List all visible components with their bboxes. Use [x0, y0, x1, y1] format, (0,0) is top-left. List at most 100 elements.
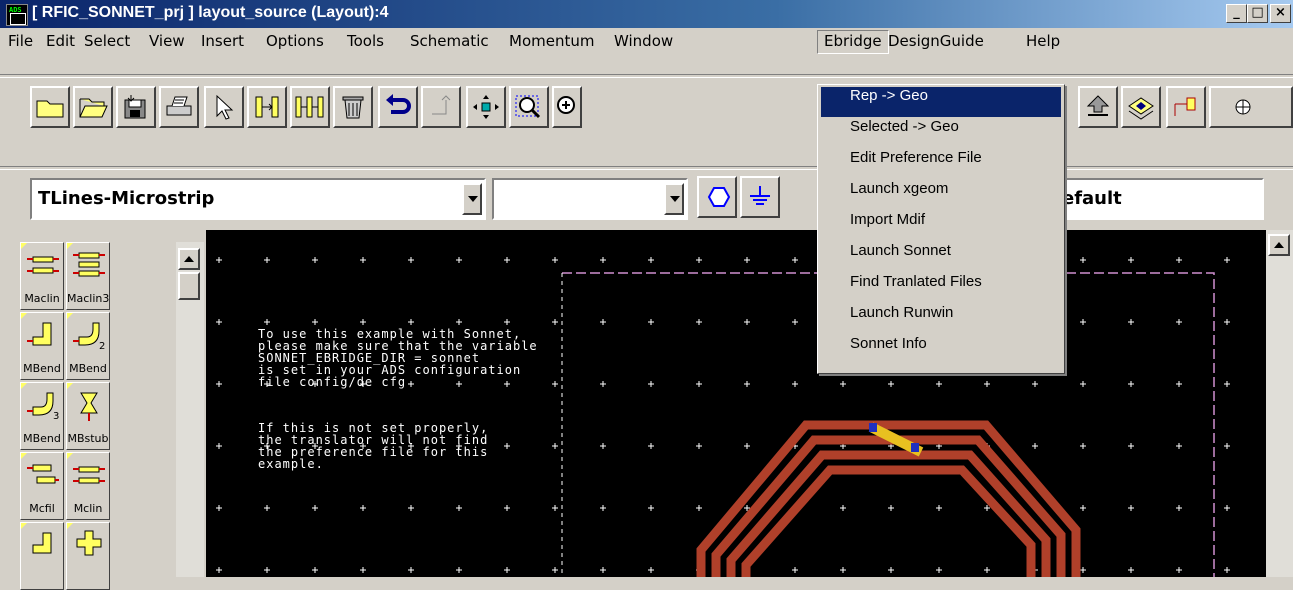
- layer-selector[interactable]: efault: [1060, 178, 1264, 220]
- grid-point: [552, 505, 558, 511]
- menu-momentum[interactable]: Momentum: [503, 30, 600, 52]
- layer-view-button[interactable]: [1121, 86, 1161, 128]
- menu-file[interactable]: File: [2, 30, 39, 52]
- palette-item-mcross[interactable]: [66, 522, 110, 590]
- menu-tools[interactable]: Tools: [341, 30, 390, 52]
- grid-point: [264, 257, 270, 263]
- grid-point: [360, 319, 366, 325]
- grid-point: [552, 381, 558, 387]
- menu-schematic[interactable]: Schematic: [404, 30, 495, 52]
- grid-point: [648, 567, 654, 573]
- insert-ports-icon: [295, 96, 324, 118]
- layer-up-button[interactable]: [1078, 86, 1118, 128]
- grid-point: [216, 505, 222, 511]
- menu-item-import-mdif[interactable]: Import Mdif: [821, 211, 1061, 241]
- minimize-button[interactable]: _: [1226, 4, 1247, 23]
- port-icon: [707, 187, 731, 207]
- menu-help[interactable]: Help: [1020, 30, 1066, 52]
- palette-item-maclin[interactable]: Maclin: [20, 242, 64, 310]
- canvas-scrollbar[interactable]: [1266, 230, 1293, 577]
- insert-pin-button[interactable]: [247, 86, 287, 128]
- select-button[interactable]: [204, 86, 244, 128]
- scroll-thumb[interactable]: [178, 272, 200, 300]
- move-button[interactable]: [466, 86, 506, 128]
- component-button[interactable]: [1166, 86, 1206, 128]
- zoom-area-button[interactable]: [509, 86, 549, 128]
- palette-item-label: Maclin: [24, 292, 60, 305]
- menu-item-selected-geo[interactable]: Selected -> Geo: [821, 118, 1061, 148]
- menu-options[interactable]: Options: [260, 30, 330, 52]
- insert-ground-button[interactable]: [740, 176, 780, 218]
- menu-view[interactable]: View: [143, 30, 191, 52]
- grid-point: [408, 567, 414, 573]
- grid-point: [984, 567, 990, 573]
- new-folder-button[interactable]: [30, 86, 70, 128]
- palette-item-mclin[interactable]: Mclin: [66, 452, 110, 520]
- menu-item-rep-geo[interactable]: Rep -> Geo: [821, 87, 1061, 117]
- menu-edit[interactable]: Edit: [40, 30, 81, 52]
- grid-point: [888, 381, 894, 387]
- menu-select[interactable]: Select: [78, 30, 136, 52]
- menu-item-edit-preference[interactable]: Edit Preference File: [821, 149, 1061, 179]
- grid-point: [744, 319, 750, 325]
- chevron-down-icon[interactable]: [462, 183, 482, 215]
- grid-point: [552, 319, 558, 325]
- menu-item-find-translated[interactable]: Find Tranlated Files: [821, 273, 1061, 303]
- menu-ebridge[interactable]: Ebridge: [817, 30, 889, 54]
- menu-item-launch-sonnet[interactable]: Launch Sonnet: [821, 242, 1061, 272]
- palette-item-label: Mclin: [73, 502, 103, 515]
- close-button[interactable]: ×: [1270, 4, 1291, 23]
- menu-item-sonnet-info[interactable]: Sonnet Info: [821, 335, 1061, 365]
- grid-point: [264, 567, 270, 573]
- palette-scrollbar[interactable]: [176, 242, 204, 577]
- menu-bar: File Edit Select View Insert Options Too…: [0, 28, 1293, 54]
- palette-item-label: Maclin3: [67, 292, 110, 305]
- menu-insert[interactable]: Insert: [195, 30, 250, 52]
- palette-item-mbend2[interactable]: 2 MBend: [66, 312, 110, 380]
- layout-canvas[interactable]: To use this example with Sonnet, please …: [206, 230, 1266, 577]
- stub-icon: [80, 392, 98, 421]
- component-selector[interactable]: [492, 178, 688, 220]
- grid-point: [792, 567, 798, 573]
- palette-selector[interactable]: TLines-Microstrip: [30, 178, 486, 220]
- app-icon[interactable]: ADS: [6, 4, 28, 26]
- route-button[interactable]: [1209, 86, 1293, 128]
- palette-item-mbend3[interactable]: 3 MBend: [20, 382, 64, 450]
- pointer-icon: [216, 94, 234, 120]
- redo-icon: [432, 95, 451, 115]
- grid-point: [504, 505, 510, 511]
- title-bar[interactable]: ADS [ RFIC_SONNET_prj ] layout_source (L…: [0, 0, 1293, 28]
- delete-button[interactable]: [333, 86, 373, 128]
- insert-ports-button[interactable]: [290, 86, 330, 128]
- menu-window[interactable]: Window: [608, 30, 679, 52]
- palette-item-mbstub[interactable]: MBstub: [66, 382, 110, 450]
- grid-point: [504, 257, 510, 263]
- palette-item-mcfil[interactable]: Mcfil: [20, 452, 64, 520]
- menu-item-launch-xgeom[interactable]: Launch xgeom: [821, 180, 1061, 210]
- menu-item-launch-runwin[interactable]: Launch Runwin: [821, 304, 1061, 334]
- grid-point: [648, 505, 654, 511]
- grid-point: [504, 443, 510, 449]
- grid-point: [216, 567, 222, 573]
- coupled-lines-icon: [27, 256, 59, 274]
- scroll-up-button[interactable]: [178, 248, 200, 270]
- print-button[interactable]: [159, 86, 199, 128]
- menu-designguide[interactable]: DesignGuide: [882, 30, 990, 52]
- insert-port-button[interactable]: [697, 176, 737, 218]
- palette-item-label: Mcfil: [29, 502, 55, 515]
- redo-button[interactable]: [421, 86, 461, 128]
- grid-point: [1176, 443, 1182, 449]
- grid-point: [456, 567, 462, 573]
- scroll-up-button[interactable]: [1268, 234, 1290, 256]
- open-button[interactable]: [73, 86, 113, 128]
- palette-item-mcorn[interactable]: [20, 522, 64, 590]
- palette-item-mbend[interactable]: MBend: [20, 312, 64, 380]
- chevron-down-icon[interactable]: [664, 183, 684, 215]
- undo-button[interactable]: [378, 86, 418, 128]
- grid-point: [600, 443, 606, 449]
- zoom-in-button[interactable]: [552, 86, 582, 128]
- save-button[interactable]: [116, 86, 156, 128]
- palette-item-maclin3[interactable]: Maclin3: [66, 242, 110, 310]
- maximize-button[interactable]: □: [1247, 4, 1268, 23]
- grid-point: [1128, 257, 1134, 263]
